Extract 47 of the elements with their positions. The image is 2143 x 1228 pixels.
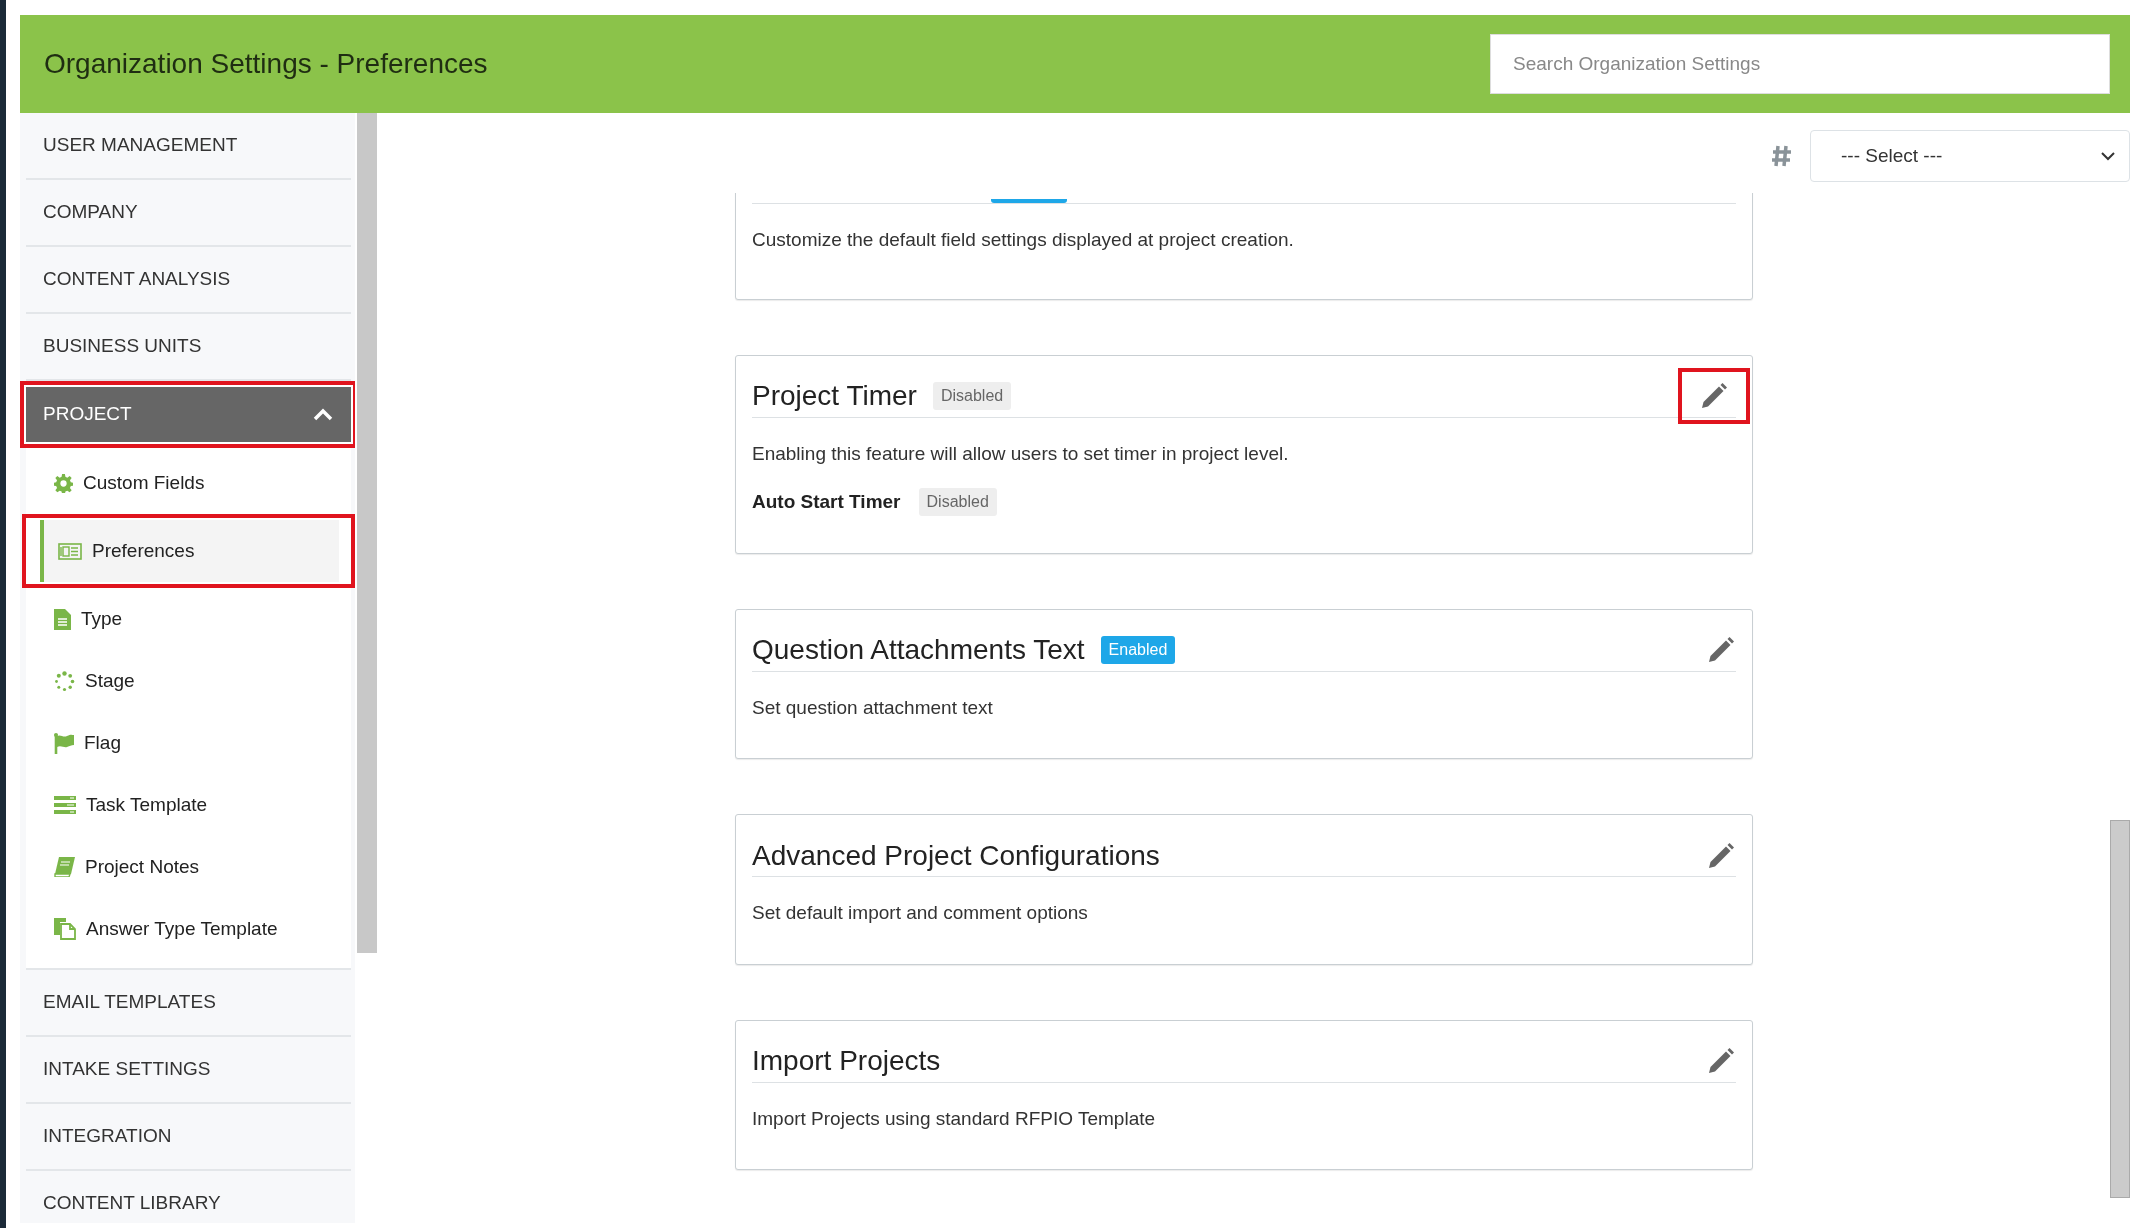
sub-nav-item[interactable]: Project Notes (26, 836, 351, 898)
sub-nav-item[interactable]: Task Template (26, 774, 351, 836)
spinner-icon (54, 670, 75, 692)
document-icon (54, 608, 71, 630)
edit-button[interactable] (1699, 381, 1729, 411)
scrollbar[interactable] (357, 113, 377, 953)
select-dropdown[interactable]: --- Select --- (1810, 130, 2130, 182)
search-field[interactable]: Search Organization Settings (1490, 34, 2110, 94)
card-description: Set question attachment text (752, 695, 994, 720)
hash-icon (1772, 145, 1792, 167)
card-description: Customize the default field settings displayed at project creation. (752, 228, 1295, 252)
sub-nav-item[interactable]: Preferences (40, 520, 339, 582)
card-title: Question Attachments Text (752, 633, 1085, 667)
sub-nav-item[interactable]: Type (26, 588, 351, 650)
card-icon (58, 542, 82, 560)
status-badge: Disabled (932, 382, 1012, 410)
book-icon (54, 857, 75, 877)
card-title: Project Timer (752, 379, 917, 413)
pencil-icon (1701, 383, 1727, 409)
chevron-down-icon (2101, 151, 2115, 161)
card-title: Advanced Project Configurations (752, 838, 1160, 873)
sub-nav-item[interactable]: Stage (26, 650, 351, 712)
sub-nav-item[interactable]: Flag (26, 712, 351, 774)
edit-button[interactable] (1706, 1046, 1736, 1076)
nav-item[interactable]: PROJECT (24, 385, 353, 444)
select-value: --- Select --- (1841, 143, 1943, 168)
status-badge: Enabled (1100, 636, 1176, 664)
card-title: Import Projects (752, 1044, 941, 1078)
pencil-icon (1708, 637, 1734, 663)
gear-icon (54, 473, 73, 493)
sub-nav-item[interactable]: Answer Type Template (26, 898, 351, 960)
page-title: Organization Settings - Preferences (44, 47, 488, 81)
card-description: Enabling this feature will allow users to set timer in project level. (752, 441, 1290, 466)
flag-icon (54, 732, 74, 754)
edit-button[interactable] (1706, 840, 1736, 871)
scrollbar[interactable] (2110, 820, 2130, 1198)
pencil-icon (1708, 1048, 1734, 1074)
sub-nav-item[interactable]: Custom Fields (26, 452, 351, 514)
chevron-up-icon (313, 408, 333, 421)
card-description: Import Projects using standard RFPIO Template (752, 1106, 1157, 1131)
setting-label: Auto Start Timer (752, 490, 901, 514)
status-badge: Disabled (918, 488, 997, 517)
list-icon (54, 796, 76, 814)
edit-button[interactable] (1706, 635, 1736, 665)
copy-icon (54, 918, 76, 940)
pencil-icon (1708, 842, 1734, 869)
card-description: Set default import and comment options (752, 901, 1089, 925)
